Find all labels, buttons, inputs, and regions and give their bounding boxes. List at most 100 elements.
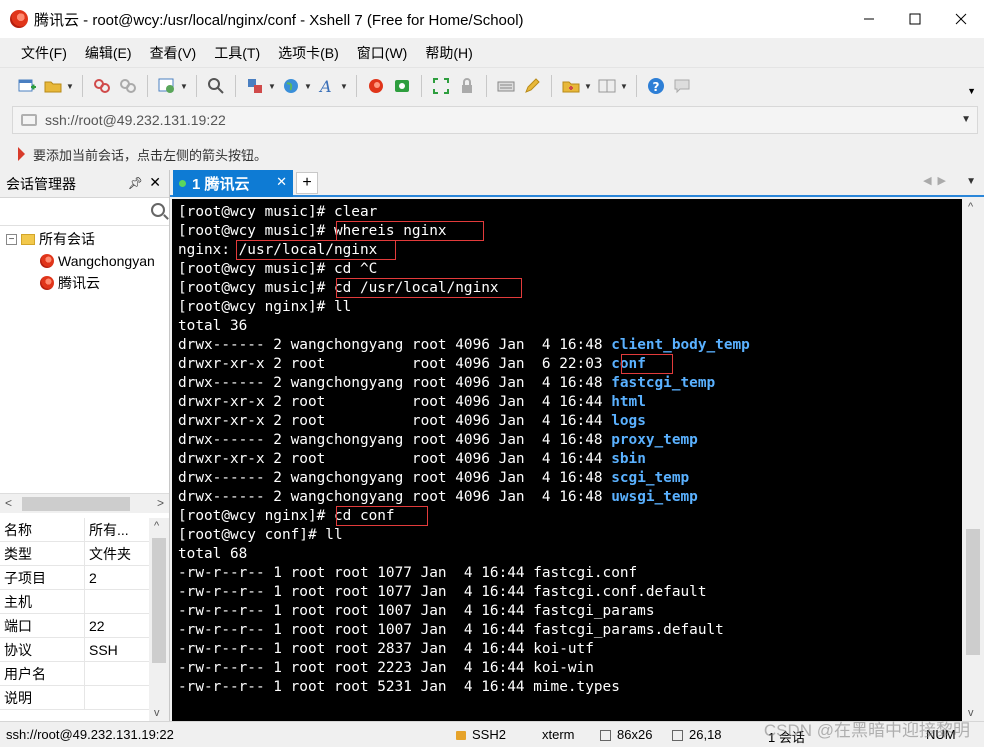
toolbar-separator [196,75,197,97]
xshell-icon [369,79,383,93]
toolbar-overflow-icon[interactable]: ▼ [967,86,976,96]
open-dropdown-icon[interactable]: ▼ [66,82,74,91]
transfer-dropdown-icon[interactable]: ▼ [268,82,276,91]
scroll-thumb[interactable] [966,529,980,655]
collapse-icon[interactable]: − [6,233,17,245]
terminal-line: drwx------ 2 wangchongyang root 4096 Jan… [178,488,962,507]
terminal-line: drwx------ 2 wangchongyang root 4096 Jan… [178,431,962,450]
disconnect-button[interactable] [115,73,141,99]
property-row: 类型 文件夹 [0,542,169,566]
tab-scroll-arrows-icon[interactable]: ◀▶ [923,174,952,187]
address-input[interactable]: ssh://root@49.232.131.19:22 [45,112,226,128]
add-session-arrow-icon[interactable] [18,147,25,161]
xshell-button[interactable] [363,73,389,99]
scroll-thumb[interactable] [152,538,166,663]
disconnect-icon [120,79,136,93]
session-icon [40,254,54,268]
transfer-icon [248,79,262,93]
property-row: 端口 22 [0,614,169,638]
layout-dropdown-icon[interactable]: ▼ [620,82,628,91]
property-value: 文件夹 [89,546,131,562]
property-row: 说明 [0,686,169,710]
directory-name: scgi_temp [611,470,690,486]
font-dropdown-icon[interactable]: ▼ [340,82,348,91]
help-button[interactable]: ? [643,73,669,99]
close-icon[interactable]: ✕ [149,174,161,191]
tab-list-dropdown-icon[interactable]: ▼ [966,176,976,187]
scroll-up-icon[interactable]: ^ [154,520,159,532]
font-button[interactable]: A [314,73,340,99]
terminal-text: [root@wcy music]# clear [178,204,378,220]
keyboard-button[interactable] [493,73,519,99]
session-search-input[interactable] [0,198,169,226]
session-manager-header: 会话管理器 📌︎ ✕ [0,170,169,198]
pin-icon[interactable]: 📌︎ [128,176,143,190]
reconnect-button[interactable] [89,73,115,99]
properties-scrollbar[interactable]: ^ v [149,518,169,721]
scroll-right-icon[interactable]: > [157,496,164,510]
directory-name: proxy_temp [611,432,698,448]
toolbar-separator [235,75,236,97]
maximize-button[interactable] [892,0,938,38]
menu-tools[interactable]: 工具(T) [205,41,269,65]
find-button[interactable] [203,73,229,99]
highlight-box [621,354,673,374]
minimize-button[interactable] [846,0,892,38]
open-session-button[interactable] [40,73,66,99]
tree-item-session[interactable]: Wangchongyan [40,250,155,272]
close-button[interactable] [938,0,984,38]
menu-help[interactable]: 帮助(H) [416,41,481,65]
search-icon[interactable] [151,203,165,217]
directory-name: sbin [611,451,646,467]
property-key: 主机 [0,590,85,613]
tree-item-label: 所有会话 [39,231,95,247]
menu-view[interactable]: 查看(V) [141,41,206,65]
scroll-up-icon[interactable]: ^ [968,201,973,213]
tab-close-icon[interactable]: ✕ [276,174,287,190]
properties-dropdown-icon[interactable]: ▼ [180,82,188,91]
property-key: 说明 [0,686,85,709]
connected-status-icon [179,180,186,187]
tree-item-session[interactable]: 腾讯云 [40,272,100,294]
new-folder-button[interactable] [558,73,584,99]
menu-bar: 文件(F) 编辑(E) 查看(V) 工具(T) 选项卡(B) 窗口(W) 帮助(… [0,38,984,68]
menu-file[interactable]: 文件(F) [12,41,76,65]
new-session-button[interactable] [14,73,40,99]
reconnect-icon [94,79,110,93]
terminal[interactable]: [root@wcy music]# clear [root@wcy music]… [172,199,962,721]
transfer-button[interactable] [242,73,268,99]
terminal-scrollbar[interactable]: ^ v [962,199,984,721]
terminal-line: [root@wcy nginx]# cd conf [178,506,962,526]
highlight-button[interactable] [519,73,545,99]
session-manager-title: 会话管理器 [6,175,76,192]
menu-tabs[interactable]: 选项卡(B) [269,41,348,65]
lock-icon [462,78,472,93]
session-icon [40,276,54,290]
svg-text:?: ? [653,80,660,94]
scroll-left-icon[interactable]: < [5,496,12,510]
property-value [85,590,149,613]
terminal-text: -rw-r--r-- 1 root root 5231 Jan 4 16:44 … [178,679,620,695]
tree-item-all-sessions[interactable]: − 所有会话 [6,228,95,250]
tab-session[interactable]: 1 腾讯云 ✕ [173,170,293,197]
lock-button[interactable] [454,73,480,99]
property-value: 2 [89,570,97,586]
menu-edit[interactable]: 编辑(E) [76,41,141,65]
menu-window[interactable]: 窗口(W) [348,41,417,65]
properties-button[interactable] [154,73,180,99]
scroll-down-icon[interactable]: v [154,707,160,719]
xftp-button[interactable] [389,73,415,99]
layout-button[interactable] [594,73,620,99]
globe-dropdown-icon[interactable]: ▼ [304,82,312,91]
new-tab-button[interactable]: + [296,172,318,194]
globe-button[interactable] [278,73,304,99]
chevron-down-icon[interactable]: ▼ [961,114,971,125]
address-bar[interactable]: ssh://root@49.232.131.19:22 ▼ [12,106,978,134]
chat-button[interactable] [669,73,695,99]
new-folder-dropdown-icon[interactable]: ▼ [584,82,592,91]
tab-bar: 1 腾讯云 ✕ + ◀▶ ▼ [170,170,984,197]
horizontal-scrollbar[interactable]: < > [0,493,169,513]
fullscreen-button[interactable] [428,73,454,99]
terminal-line: -rw-r--r-- 1 root root 2223 Jan 4 16:44 … [178,659,962,678]
scroll-thumb[interactable] [22,497,130,511]
